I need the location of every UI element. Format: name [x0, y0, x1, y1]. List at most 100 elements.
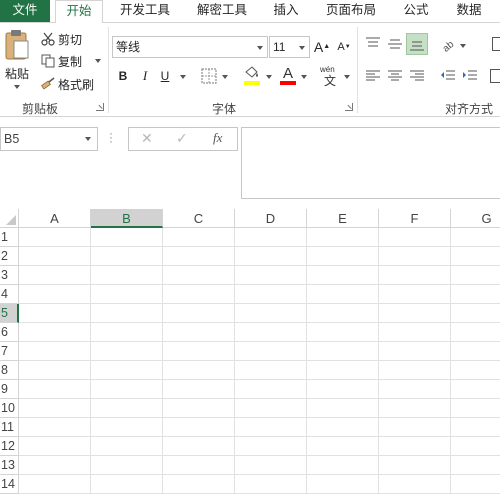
cell-b8[interactable]: [91, 361, 163, 380]
cell-c1[interactable]: [163, 228, 235, 247]
font-name-select[interactable]: 等线: [112, 36, 268, 58]
cell-g5[interactable]: [451, 304, 500, 323]
cell-b1[interactable]: [91, 228, 163, 247]
cell-f1[interactable]: [379, 228, 451, 247]
cell-b9[interactable]: [91, 380, 163, 399]
cell-b11[interactable]: [91, 418, 163, 437]
cell-d3[interactable]: [235, 266, 307, 285]
formula-input[interactable]: [241, 127, 500, 199]
cell-g11[interactable]: [451, 418, 500, 437]
enter-icon[interactable]: ✓: [176, 130, 188, 147]
grow-font-button[interactable]: A▲: [313, 38, 331, 56]
underline-dropdown-icon[interactable]: [180, 75, 186, 79]
cell-b12[interactable]: [91, 437, 163, 456]
cell-a12[interactable]: [19, 437, 91, 456]
tab-formulas[interactable]: 公式: [394, 0, 438, 22]
cell-a5[interactable]: [19, 304, 91, 323]
cell-c8[interactable]: [163, 361, 235, 380]
row-header-9[interactable]: 9: [0, 380, 19, 399]
cell-a1[interactable]: [19, 228, 91, 247]
cell-d5[interactable]: [235, 304, 307, 323]
row-header-1[interactable]: 1: [0, 228, 19, 247]
cell-e14[interactable]: [307, 475, 379, 494]
cell-d4[interactable]: [235, 285, 307, 304]
cell-f6[interactable]: [379, 323, 451, 342]
cell-g8[interactable]: [451, 361, 500, 380]
phonetic-dropdown-icon[interactable]: [344, 75, 350, 79]
wrap-text-icon[interactable]: [492, 37, 500, 51]
cell-f11[interactable]: [379, 418, 451, 437]
cell-c13[interactable]: [163, 456, 235, 475]
cell-a2[interactable]: [19, 247, 91, 266]
cell-d11[interactable]: [235, 418, 307, 437]
cell-e4[interactable]: [307, 285, 379, 304]
cell-d7[interactable]: [235, 342, 307, 361]
borders-dropdown-icon[interactable]: [222, 75, 228, 79]
cell-c12[interactable]: [163, 437, 235, 456]
cell-a13[interactable]: [19, 456, 91, 475]
format-painter-button[interactable]: 格式刷: [41, 74, 94, 94]
cut-button[interactable]: 剪切: [41, 29, 82, 49]
cell-a7[interactable]: [19, 342, 91, 361]
cell-a3[interactable]: [19, 266, 91, 285]
column-header-e[interactable]: E: [307, 209, 379, 228]
cell-c14[interactable]: [163, 475, 235, 494]
font-dialog-launcher-icon[interactable]: [345, 103, 353, 111]
cell-f10[interactable]: [379, 399, 451, 418]
cell-g3[interactable]: [451, 266, 500, 285]
cell-c7[interactable]: [163, 342, 235, 361]
merge-cells-icon[interactable]: [490, 69, 500, 83]
tab-home[interactable]: 开始: [55, 0, 103, 23]
cell-d12[interactable]: [235, 437, 307, 456]
cell-c10[interactable]: [163, 399, 235, 418]
cell-b3[interactable]: [91, 266, 163, 285]
cell-d6[interactable]: [235, 323, 307, 342]
increase-indent-icon[interactable]: [462, 69, 478, 83]
cell-e12[interactable]: [307, 437, 379, 456]
cell-d13[interactable]: [235, 456, 307, 475]
align-center-icon[interactable]: [387, 69, 403, 83]
cell-a14[interactable]: [19, 475, 91, 494]
align-top-icon[interactable]: [365, 37, 381, 51]
cell-e3[interactable]: [307, 266, 379, 285]
row-header-4[interactable]: 4: [0, 285, 19, 304]
decrease-indent-icon[interactable]: [440, 69, 456, 83]
cell-f3[interactable]: [379, 266, 451, 285]
row-header-5[interactable]: 5: [0, 304, 19, 323]
row-header-11[interactable]: 11: [0, 418, 19, 437]
cell-a8[interactable]: [19, 361, 91, 380]
cell-g12[interactable]: [451, 437, 500, 456]
tab-page-layout[interactable]: 页面布局: [316, 0, 386, 22]
borders-icon[interactable]: [201, 68, 217, 84]
cell-g14[interactable]: [451, 475, 500, 494]
underline-button[interactable]: U: [156, 67, 174, 85]
row-header-10[interactable]: 10: [0, 399, 19, 418]
cell-c6[interactable]: [163, 323, 235, 342]
align-left-icon[interactable]: [365, 69, 381, 83]
column-header-g[interactable]: G: [451, 209, 500, 228]
italic-button[interactable]: I: [136, 67, 154, 85]
tab-data[interactable]: 数据: [446, 0, 492, 22]
row-header-12[interactable]: 12: [0, 437, 19, 456]
cell-e2[interactable]: [307, 247, 379, 266]
cell-d10[interactable]: [235, 399, 307, 418]
cell-f7[interactable]: [379, 342, 451, 361]
name-box[interactable]: B5: [0, 127, 98, 151]
font-size-select[interactable]: 11: [269, 36, 310, 58]
cell-f8[interactable]: [379, 361, 451, 380]
tab-file[interactable]: 文件: [0, 0, 50, 22]
cell-b4[interactable]: [91, 285, 163, 304]
clipboard-dialog-launcher-icon[interactable]: [96, 103, 104, 111]
cell-c4[interactable]: [163, 285, 235, 304]
row-header-7[interactable]: 7: [0, 342, 19, 361]
cell-d14[interactable]: [235, 475, 307, 494]
cell-d8[interactable]: [235, 361, 307, 380]
orientation-dropdown-icon[interactable]: [460, 44, 466, 48]
phonetic-guide-button[interactable]: wén 文: [320, 65, 342, 88]
cell-b10[interactable]: [91, 399, 163, 418]
cell-a11[interactable]: [19, 418, 91, 437]
cell-g4[interactable]: [451, 285, 500, 304]
cell-c11[interactable]: [163, 418, 235, 437]
cell-g7[interactable]: [451, 342, 500, 361]
tab-decrypt-tools[interactable]: 解密工具: [187, 0, 257, 22]
